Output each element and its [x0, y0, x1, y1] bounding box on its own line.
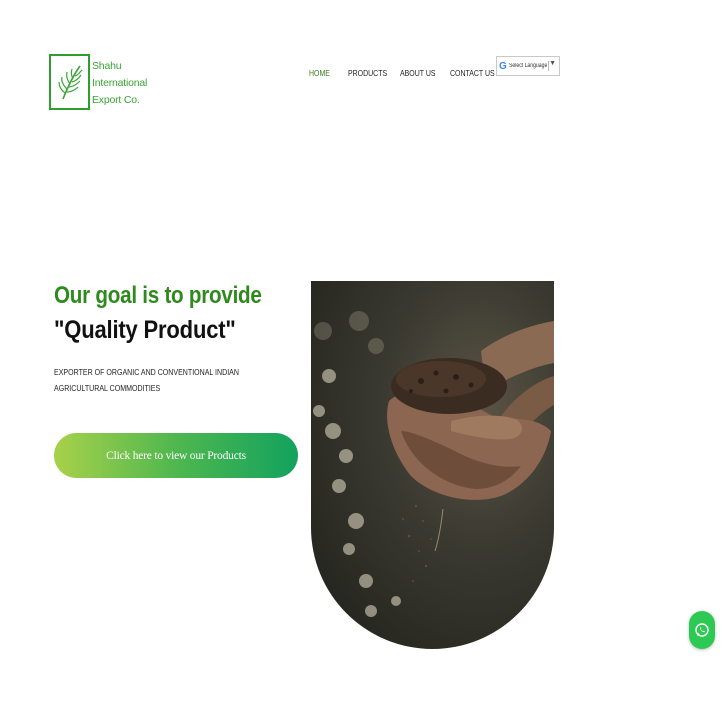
hero-headline: Our goal is to provide	[54, 282, 262, 309]
whatsapp-icon	[695, 623, 709, 637]
google-g-icon: G	[499, 60, 507, 72]
hero-subtitle: EXPORTER OF ORGANIC AND CONVENTIONAL IND…	[54, 367, 239, 393]
nav-products[interactable]: PRODUCTS	[348, 68, 387, 78]
brand-name: Shahu International Export Co.	[92, 54, 147, 109]
brand-line-1: Shahu	[92, 60, 122, 72]
hero-headline-quote: "Quality Product"	[54, 316, 236, 344]
palm-leaf-logo-icon	[49, 54, 90, 110]
dropdown-caret-icon: ▼	[549, 60, 556, 67]
brand-line-2: International	[92, 77, 148, 89]
language-select-label: Select Language	[508, 63, 548, 69]
nav-contact-us[interactable]: CONTACT US	[450, 68, 495, 78]
brand-line-3: Export Co.	[92, 94, 140, 106]
whatsapp-button[interactable]	[689, 611, 715, 649]
brand-logo[interactable]: Shahu International Export Co.	[49, 54, 147, 110]
language-select[interactable]: G Select Language ▼	[496, 56, 560, 76]
nav-home[interactable]: HOME	[309, 68, 330, 78]
nav-about-us[interactable]: ABOUT US	[400, 68, 436, 78]
hero-image-hands-soil	[311, 281, 554, 649]
view-products-button[interactable]: Click here to view our Products	[54, 433, 298, 478]
